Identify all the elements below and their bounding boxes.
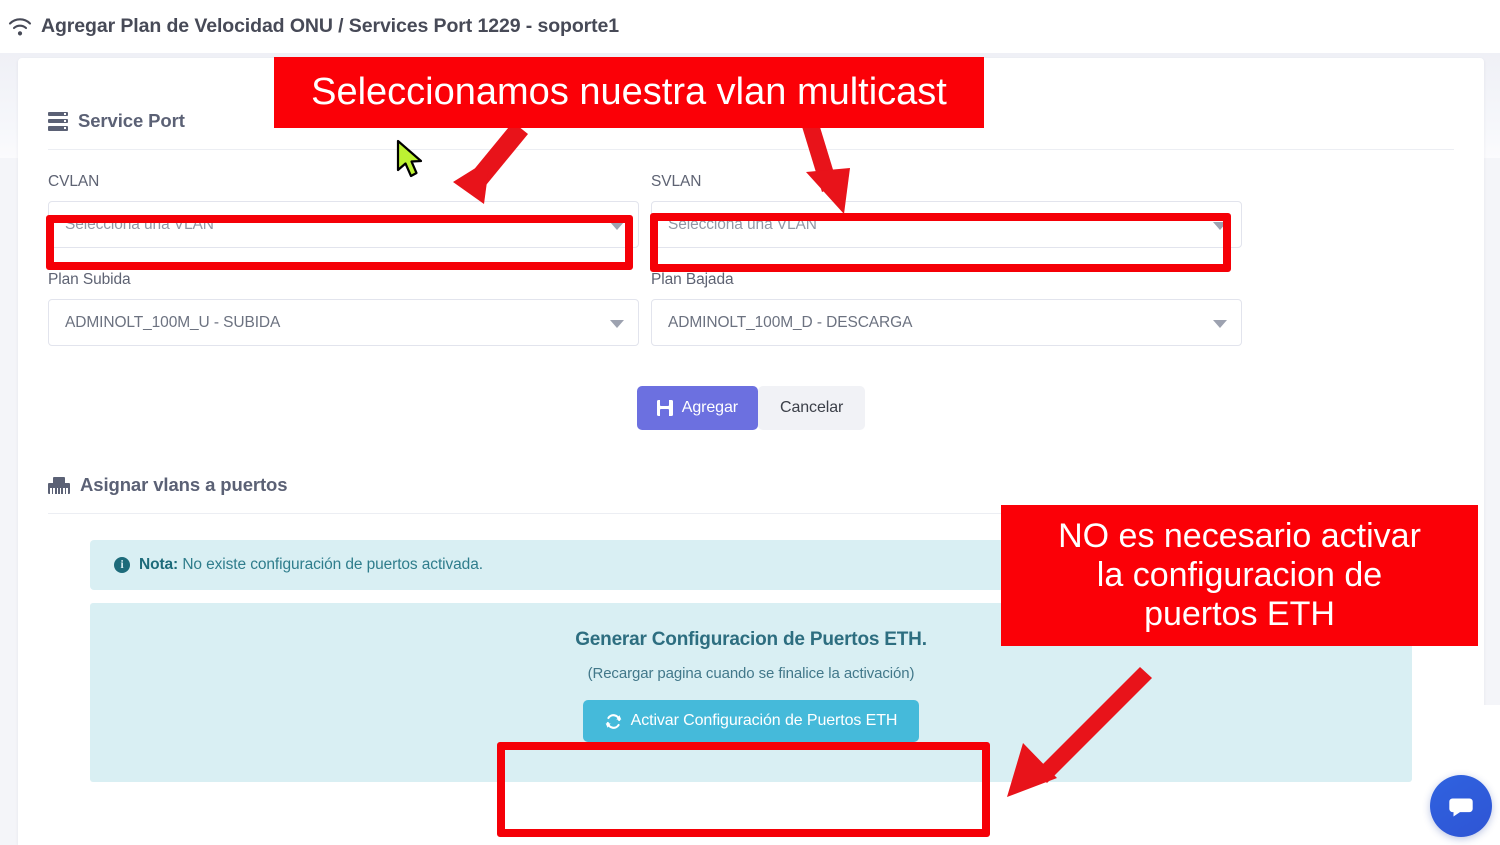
app-screen: Agregar Plan de Velocidad ONU / Services… [0,0,1500,845]
chevron-down-icon [610,319,624,328]
mouse-cursor [396,139,423,178]
agregar-button-label: Agregar [681,399,738,416]
chat-bubble-icon [1449,798,1473,817]
plan-bajada-field-group: Plan Bajada ADMINOLT_100M_D - DESCARGA [651,271,1242,346]
cvlan-select[interactable]: Selecciona una VLAN [48,201,639,248]
ethernet-port-icon [48,476,70,494]
cancelar-button[interactable]: Cancelar [758,386,866,430]
nota-alert-label: Nota: [139,556,179,573]
plan-field-row: Plan Subida ADMINOLT_100M_U - SUBIDA Pla… [48,271,1454,346]
cancelar-button-label: Cancelar [780,399,844,416]
wifi-icon [8,17,32,37]
activar-config-puertos-eth-button[interactable]: Activar Configuración de Puertos ETH [582,700,920,742]
cvlan-value: Selecciona una VLAN [65,215,214,233]
svlan-field-group: SVLAN Selecciona una VLAN [651,173,1242,248]
plan-bajada-value: ADMINOLT_100M_D - DESCARGA [668,313,913,331]
refresh-icon [605,713,622,730]
page-title: Agregar Plan de Velocidad ONU / Services… [41,15,620,37]
annotation-eth-note-line-3: puertos ETH [1144,594,1335,633]
generate-config-subtitle: (Recargar pagina cuando se finalice la a… [587,665,915,682]
svlan-label: SVLAN [651,173,702,190]
chat-widget-button[interactable] [1430,775,1492,837]
vlan-field-row: CVLAN Selecciona una VLAN SVLAN Seleccio… [48,173,1454,248]
chevron-down-icon [610,221,624,230]
plan-subida-label: Plan Subida [48,271,131,288]
annotation-eth-note-line-1: NO es necesario activar [1058,517,1421,556]
activar-button-label: Activar Configuración de Puertos ETH [630,712,898,729]
main-card: Service Port CVLAN Selecciona una VLAN S… [18,58,1484,845]
annotation-eth-note-line-2: la configuracion de [1096,556,1383,595]
service-port-title: Service Port [78,110,185,131]
agregar-button[interactable]: Agregar [636,386,758,430]
svlan-value: Selecciona una VLAN [668,215,817,233]
divider [48,149,1454,150]
ports-section-title: Asignar vlans a puertos [80,474,288,495]
server-stack-icon [48,111,68,131]
chevron-down-icon [1213,221,1227,230]
plan-subida-value: ADMINOLT_100M_U - SUBIDA [65,313,281,331]
plan-bajada-label: Plan Bajada [651,271,734,288]
cvlan-label: CVLAN [48,173,100,190]
info-circle-icon: i [114,557,130,573]
plan-subida-field-group: Plan Subida ADMINOLT_100M_U - SUBIDA [48,271,639,346]
cvlan-field-group: CVLAN Selecciona una VLAN [48,173,639,248]
annotation-vlan-note: Seleccionamos nuestra vlan multicast [274,57,984,128]
save-icon [656,400,673,416]
nota-alert-text: No existe configuración de puertos activ… [178,556,483,573]
chevron-down-icon [1213,319,1227,328]
page-header: Agregar Plan de Velocidad ONU / Services… [0,0,1500,53]
annotation-vlan-note-text: Seleccionamos nuestra vlan multicast [311,70,947,113]
plan-bajada-select[interactable]: ADMINOLT_100M_D - DESCARGA [651,299,1242,346]
svlan-select[interactable]: Selecciona una VLAN [651,201,1242,248]
annotation-eth-note: NO es necesario activar la configuracion… [1001,505,1478,646]
ports-section-header: Asignar vlans a puertos [48,430,1454,496]
form-actions: Agregar Cancelar [48,386,1454,430]
plan-subida-select[interactable]: ADMINOLT_100M_U - SUBIDA [48,299,639,346]
